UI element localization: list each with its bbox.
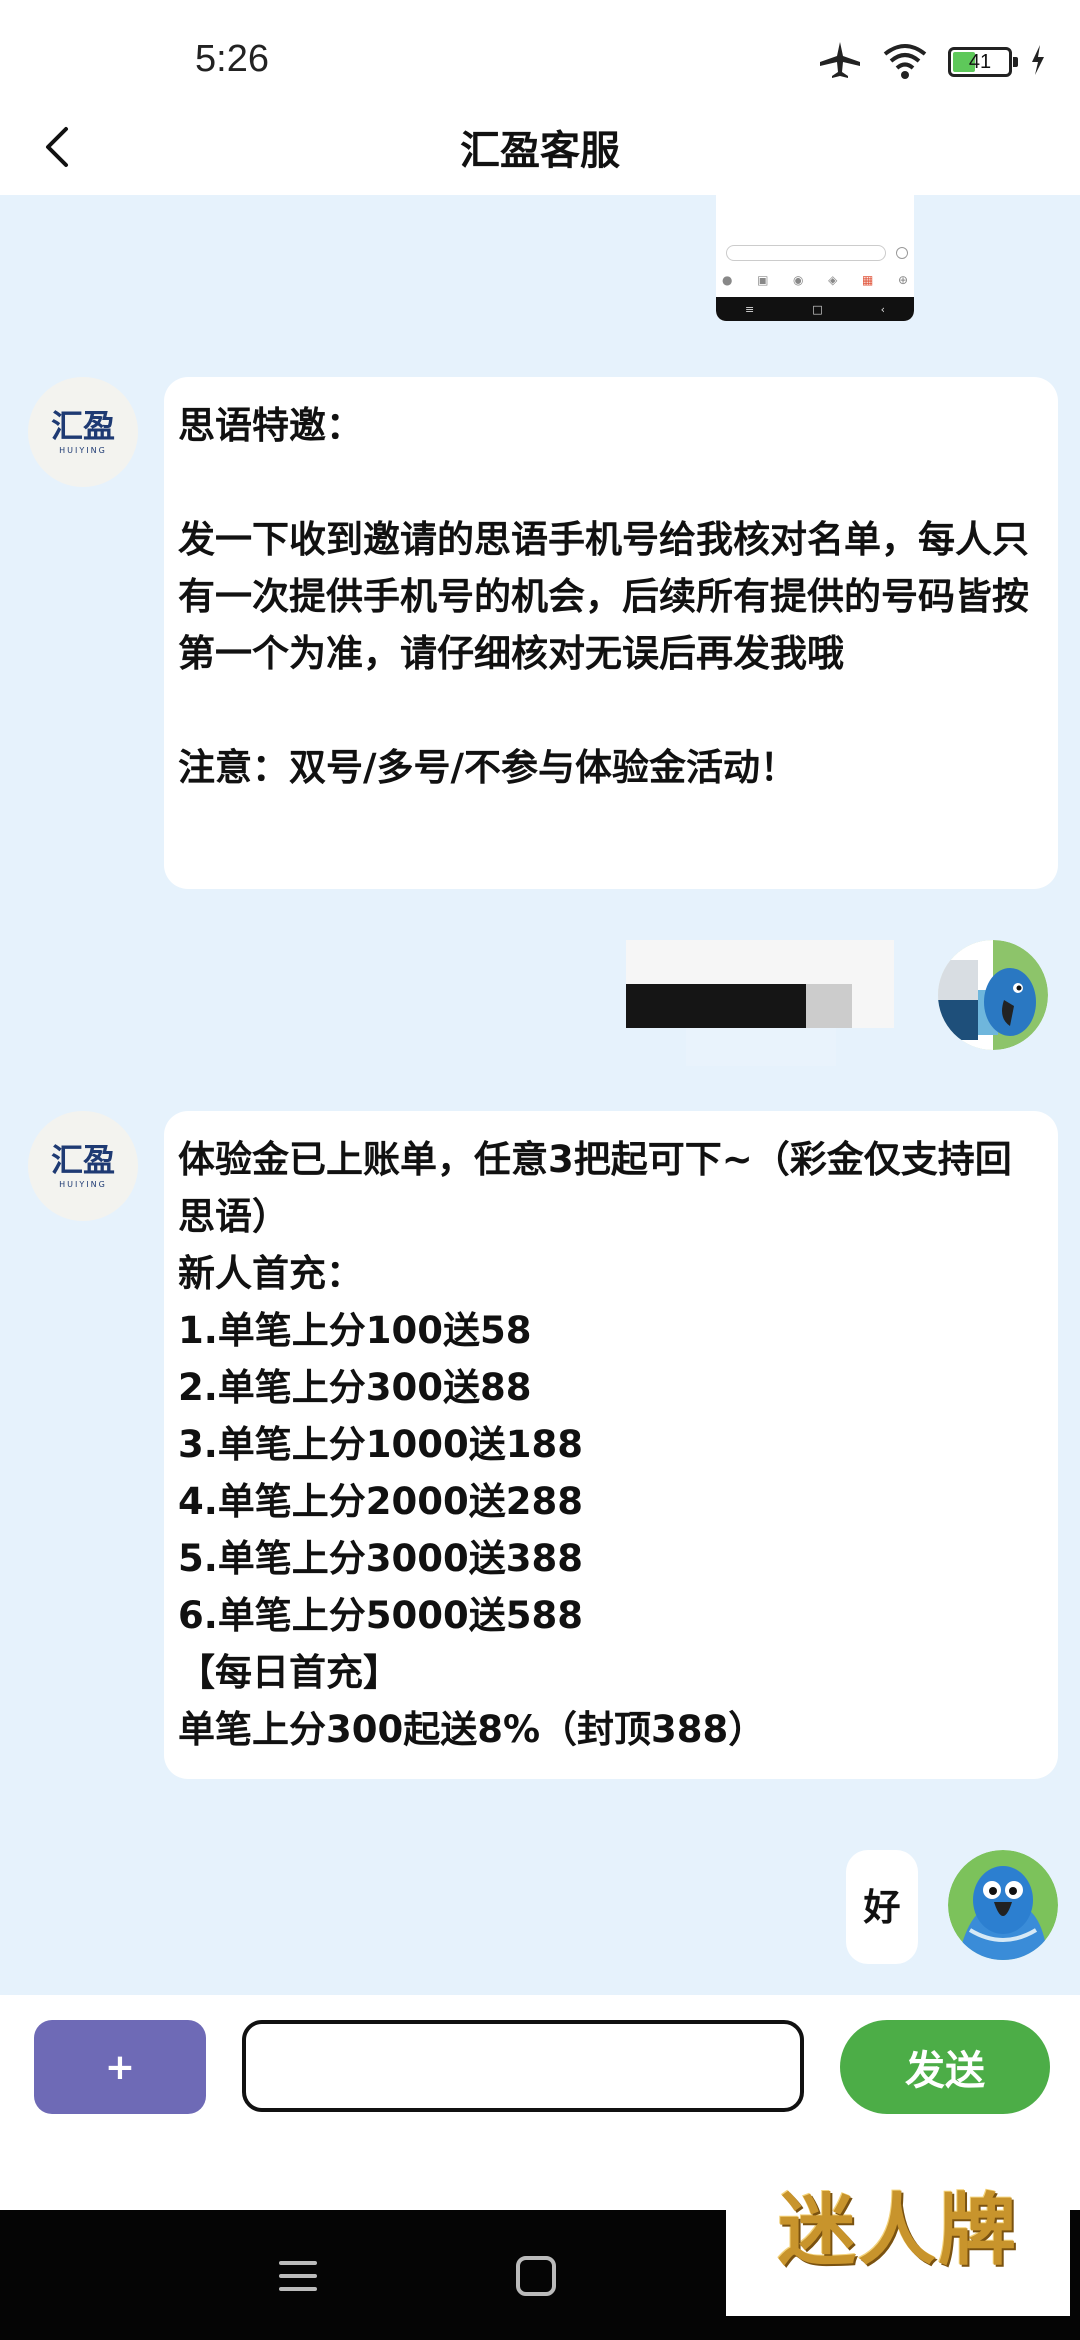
- location-icon: ◈: [828, 273, 838, 287]
- watermark: 迷人牌: [726, 2131, 1070, 2316]
- agent-avatar[interactable]: 汇盈 HUIYING: [28, 377, 138, 487]
- gift-icon: ▦: [861, 273, 874, 287]
- message-input[interactable]: [242, 2020, 804, 2112]
- add-icon: ⊕: [897, 273, 908, 287]
- camera-icon: ◉: [793, 273, 804, 287]
- add-attachment-button[interactable]: +: [34, 2020, 206, 2114]
- mic-icon: ●: [722, 273, 733, 287]
- wifi-icon: [880, 40, 930, 84]
- thumbnail-nav: ≡ □ ‹: [716, 297, 914, 321]
- status-icons: 41: [818, 40, 1046, 84]
- logo-subtext: HUIYING: [59, 1179, 107, 1189]
- header: 汇盈客服: [0, 100, 1080, 195]
- image-icon: ▣: [757, 273, 769, 287]
- back-icon: ‹: [880, 302, 885, 316]
- send-button[interactable]: 发送: [840, 2020, 1050, 2114]
- message-bubble[interactable]: 体验金已上账单，任意3把起可下~（彩金仅支持回思语） 新人首充： 1.单笔上分1…: [164, 1111, 1058, 1779]
- status-time: 5:26: [195, 38, 269, 80]
- screenshot-thumbnail[interactable]: ● ▣ ◉ ◈ ▦ ⊕ ≡ □ ‹: [716, 195, 914, 321]
- logo-subtext: HUIYING: [59, 445, 107, 455]
- menu-icon: ≡: [744, 302, 755, 316]
- chat-area[interactable]: ● ▣ ◉ ◈ ▦ ⊕ ≡ □ ‹ 汇盈 HUIYING 思语特邀： 发一下收到…: [0, 195, 1080, 1995]
- logo-text: 汇盈: [50, 406, 115, 445]
- message-bubble[interactable]: 思语特邀： 发一下收到邀请的思语手机号给我核对名单，每人只有一次提供手机号的机会…: [164, 377, 1058, 889]
- battery-level: 41: [968, 51, 992, 73]
- watermark-text: 迷人牌: [777, 2184, 1018, 2276]
- home-icon: □: [812, 302, 823, 316]
- logo-text: 汇盈: [50, 1140, 115, 1179]
- message-bubble[interactable]: 好: [846, 1850, 918, 1964]
- thumbnail-toolbar: ● ▣ ◉ ◈ ▦ ⊕: [722, 273, 908, 287]
- charging-icon: [1030, 45, 1046, 79]
- menu-icon[interactable]: [268, 2246, 328, 2306]
- user-avatar[interactable]: [938, 940, 1048, 1050]
- smile-icon: [896, 247, 908, 259]
- airplane-mode-icon: [818, 40, 862, 84]
- battery-icon: 41: [948, 47, 1018, 77]
- redacted-message: [626, 940, 894, 1066]
- page-title: 汇盈客服: [460, 128, 620, 174]
- home-icon[interactable]: [506, 2246, 566, 2306]
- user-avatar[interactable]: [948, 1850, 1058, 1960]
- agent-avatar[interactable]: 汇盈 HUIYING: [28, 1111, 138, 1221]
- thumbnail-input: [726, 245, 886, 261]
